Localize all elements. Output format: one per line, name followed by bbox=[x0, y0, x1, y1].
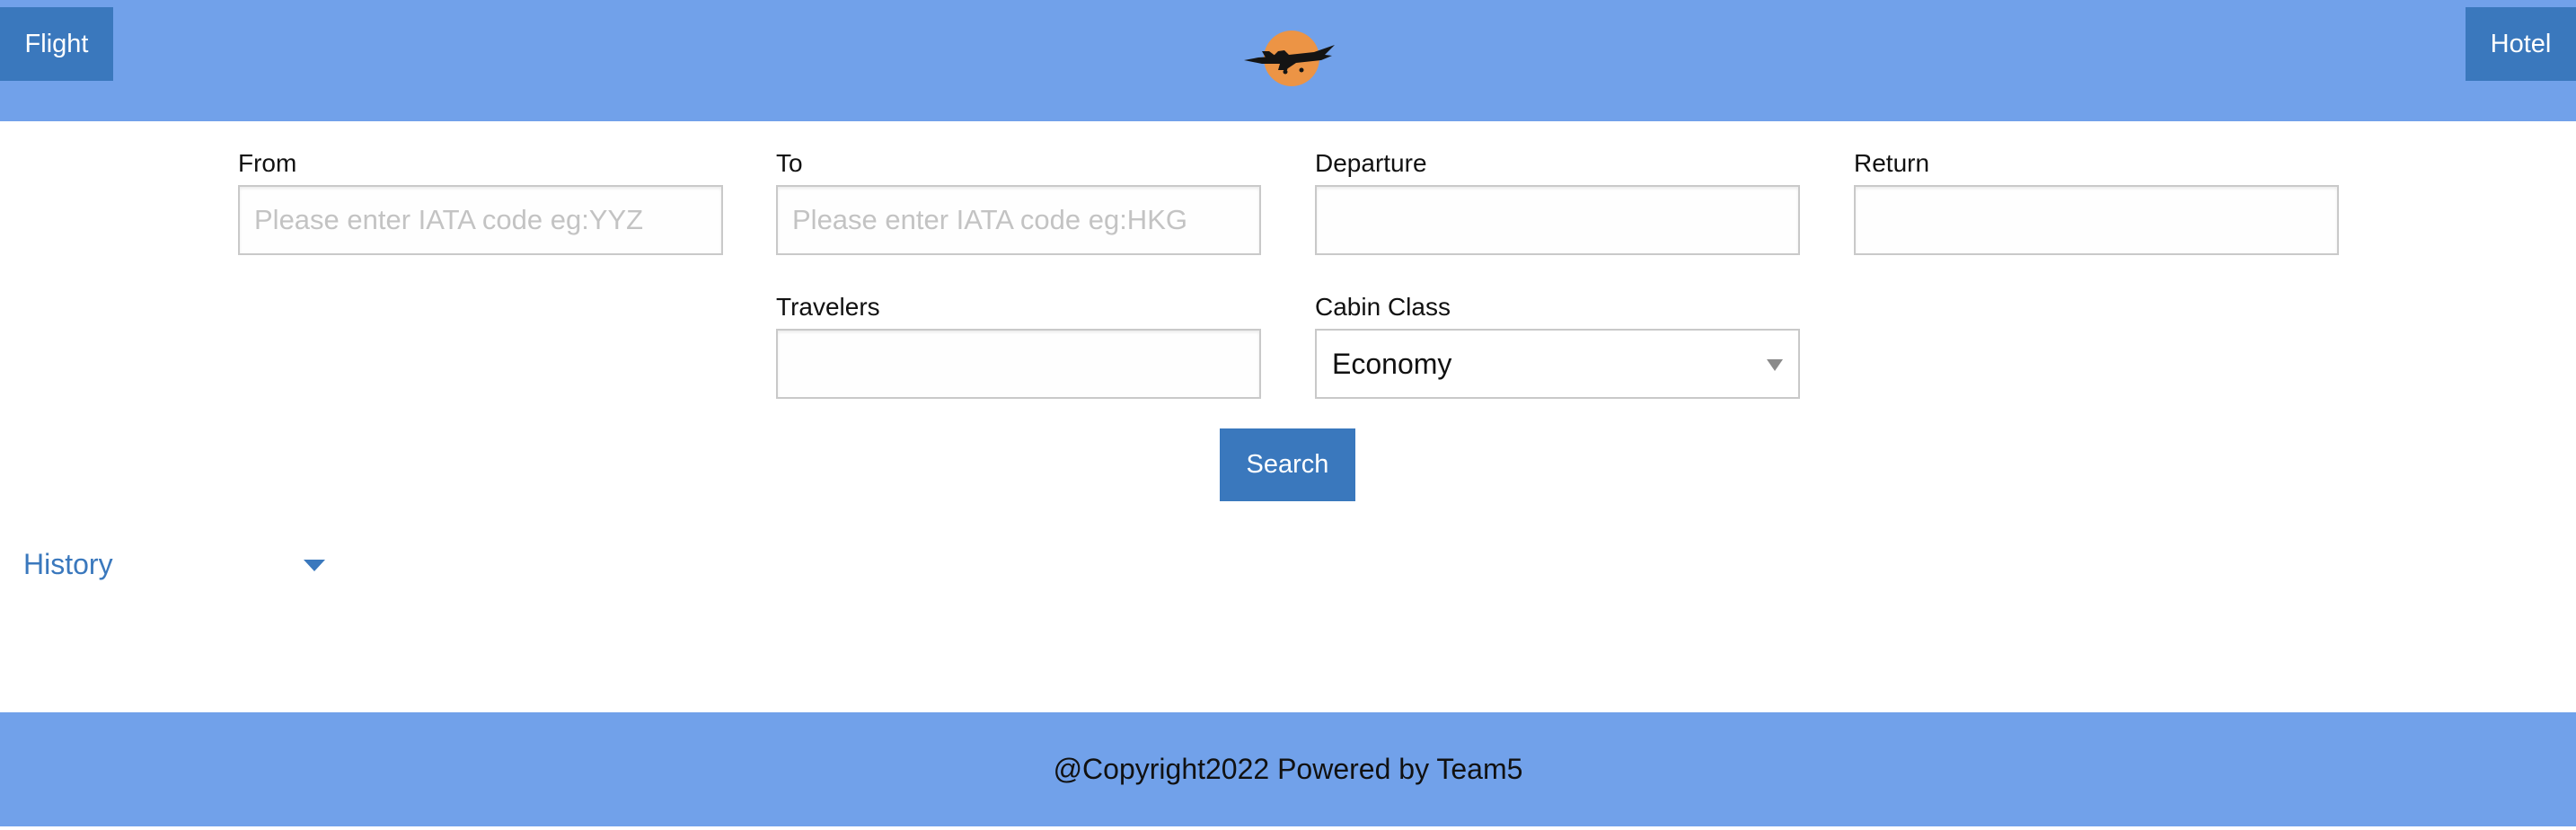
header-bar: Flight Hotel bbox=[0, 0, 2576, 121]
travelers-label: Travelers bbox=[776, 293, 880, 321]
fighter-jet-logo-icon bbox=[1244, 31, 1335, 86]
cabin-class-select[interactable]: Economy bbox=[1315, 329, 1800, 399]
footer-bar: @Copyright2022 Powered by Team5 bbox=[0, 712, 2576, 826]
to-input[interactable] bbox=[776, 185, 1261, 255]
dropdown-caret-icon bbox=[1767, 359, 1783, 371]
copyright-text: @Copyright2022 Powered by Team5 bbox=[1053, 753, 1523, 785]
return-label: Return bbox=[1854, 149, 1930, 177]
flight-nav-button[interactable]: Flight bbox=[0, 7, 113, 81]
departure-label: Departure bbox=[1315, 149, 1427, 177]
hotel-nav-button[interactable]: Hotel bbox=[2466, 7, 2576, 81]
return-date-input[interactable] bbox=[1854, 185, 2339, 255]
search-button[interactable]: Search bbox=[1220, 428, 1355, 501]
travelers-input[interactable] bbox=[776, 329, 1261, 399]
from-input[interactable] bbox=[238, 185, 723, 255]
caret-down-icon bbox=[304, 560, 325, 571]
history-label: History bbox=[23, 548, 113, 580]
to-label: To bbox=[776, 149, 803, 177]
history-toggle[interactable]: History bbox=[23, 543, 329, 586]
from-label: From bbox=[238, 149, 297, 177]
cabin-class-selected-value: Economy bbox=[1332, 347, 1452, 380]
cabin-class-label: Cabin Class bbox=[1315, 293, 1451, 321]
departure-date-input[interactable] bbox=[1315, 185, 1800, 255]
